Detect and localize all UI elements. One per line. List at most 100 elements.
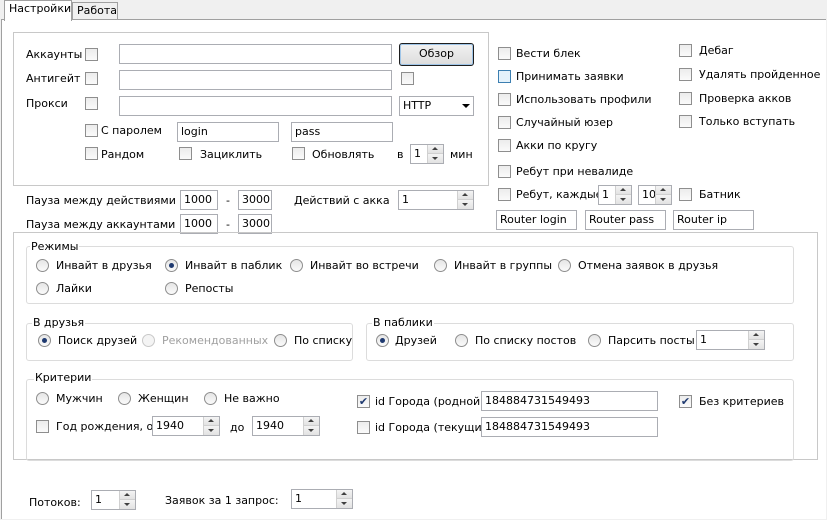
gender-any-radio[interactable] (204, 392, 217, 405)
antigate-key-input[interactable] (119, 70, 392, 90)
spin-up-icon[interactable] (304, 417, 319, 426)
mode-likes-radio[interactable] (36, 282, 49, 295)
publics-friends-radio[interactable] (376, 334, 389, 347)
spin-down-icon[interactable] (304, 426, 319, 435)
city-home-input[interactable]: 184884731549493 (481, 391, 658, 411)
friends-search-radio[interactable] (38, 334, 51, 347)
option-delete-done-checkbox[interactable] (679, 68, 692, 81)
requests-per-call-spinner[interactable]: 1 (291, 489, 353, 509)
tab-settings[interactable]: Настройки (4, 0, 72, 21)
gender-female-label: Женщин (138, 392, 189, 405)
refresh-checkbox[interactable] (292, 147, 305, 160)
friends-search-label: Поиск друзей (58, 334, 138, 347)
birth-year-to-spinner[interactable]: 1940 (252, 416, 320, 436)
router-ip-input[interactable]: Router ip (673, 210, 754, 230)
pause-accounts-to-input[interactable]: 3000 (238, 214, 272, 234)
proxy-pass-input[interactable]: pass (291, 122, 393, 142)
option-accept-requests-label: Принимать заявки (516, 70, 624, 83)
spin-up-icon[interactable] (458, 191, 473, 200)
spin-up-icon[interactable] (656, 186, 671, 195)
proxy-type-select[interactable]: HTTP (399, 96, 474, 116)
tab-work[interactable]: Работа (72, 2, 118, 19)
gender-male-radio[interactable] (36, 392, 49, 405)
pause-actions-label: Пауза между действиями (26, 194, 176, 207)
mode-likes-label: Лайки (56, 282, 92, 295)
threads-label: Потоков: (29, 496, 81, 509)
birth-year-from-spinner[interactable]: 1940 (152, 416, 220, 436)
refresh-interval-spinner[interactable]: 1 (410, 144, 444, 164)
spin-down-icon[interactable] (120, 500, 135, 509)
spin-up-icon[interactable] (337, 490, 352, 499)
accounts-path-input[interactable] (119, 44, 392, 64)
gender-female-radio[interactable] (118, 392, 131, 405)
spin-down-icon[interactable] (656, 195, 671, 204)
friends-recommended-radio[interactable] (142, 334, 155, 347)
reboot-count-spinner[interactable]: 1 (598, 185, 632, 205)
spin-down-icon[interactable] (458, 200, 473, 209)
city-home-checkbox[interactable]: ✔ (357, 395, 370, 408)
option-use-profiles-checkbox[interactable] (498, 93, 511, 106)
friends-recommended-label: Рекомендованных (162, 334, 269, 347)
option-join-only-checkbox[interactable] (679, 115, 692, 128)
option-accounts-round-checkbox[interactable] (498, 139, 511, 152)
pause-actions-to-input[interactable]: 3000 (238, 190, 272, 210)
spin-up-icon[interactable] (749, 331, 764, 340)
publics-parse-posts-radio[interactable] (588, 334, 601, 347)
parse-posts-spinner[interactable]: 1 (696, 330, 765, 350)
reboot-every-checkbox[interactable] (498, 188, 511, 201)
mode-invite-groups-radio[interactable] (434, 259, 447, 272)
spin-up-icon[interactable] (120, 491, 135, 500)
city-current-checkbox[interactable] (357, 421, 370, 434)
router-pass-input[interactable]: Router pass (585, 210, 666, 230)
birth-year-checkbox[interactable] (36, 420, 49, 433)
option-reboot-invalid-checkbox[interactable] (498, 165, 511, 178)
random-checkbox[interactable] (85, 147, 98, 160)
accounts-checkbox[interactable] (85, 48, 98, 61)
spin-down-icon[interactable] (204, 426, 219, 435)
spin-up-icon[interactable] (616, 186, 631, 195)
mode-invite-meetings-radio[interactable] (290, 259, 303, 272)
option-blacklist-checkbox[interactable] (498, 47, 511, 60)
batnik-checkbox[interactable] (679, 188, 692, 201)
publics-post-list-radio[interactable] (455, 334, 468, 347)
no-criteria-checkbox[interactable]: ✔ (679, 395, 692, 408)
birth-year-from-value: 1940 (156, 419, 184, 432)
proxy-login-input[interactable]: login (177, 122, 279, 142)
friends-by-list-radio[interactable] (274, 334, 287, 347)
option-random-user-checkbox[interactable] (498, 116, 511, 129)
city-current-input[interactable]: 184884731549493 (481, 417, 658, 437)
router-login-input[interactable]: Router login (496, 210, 577, 230)
actions-per-account-spinner[interactable]: 1 (398, 190, 474, 210)
option-check-accounts-checkbox[interactable] (679, 92, 692, 105)
pause-actions-from-input[interactable]: 1000 (180, 190, 218, 210)
spin-down-icon[interactable] (428, 154, 443, 163)
spin-down-icon[interactable] (616, 195, 631, 204)
option-debug-checkbox[interactable] (679, 44, 692, 57)
mode-cancel-requests-radio[interactable] (558, 259, 571, 272)
modes-title: Режимы (30, 240, 80, 253)
birth-year-to-label: до (230, 421, 245, 434)
reboot-interval-spinner[interactable]: 10 (638, 185, 672, 205)
proxy-checkbox[interactable] (85, 97, 98, 110)
gender-any-label: Не важно (224, 392, 280, 405)
loop-label: Зациклить (200, 148, 263, 161)
browse-button[interactable]: Обзор (399, 43, 474, 66)
spin-up-icon[interactable] (428, 145, 443, 154)
spin-down-icon[interactable] (337, 499, 352, 508)
spin-up-icon[interactable] (204, 417, 219, 426)
option-accept-requests-checkbox[interactable] (498, 70, 511, 83)
with-password-checkbox[interactable] (85, 124, 98, 137)
publics-title: В паблики (372, 316, 434, 329)
antigate-extra-checkbox[interactable] (401, 72, 414, 85)
pause-accounts-from-input[interactable]: 1000 (180, 214, 218, 234)
antigate-checkbox[interactable] (85, 72, 98, 85)
birth-year-label: Год рождения, от (56, 420, 160, 433)
mode-invite-friends-radio[interactable] (36, 259, 49, 272)
mode-invite-public-radio[interactable] (165, 259, 178, 272)
proxy-path-input[interactable] (119, 96, 392, 116)
mode-reposts-radio[interactable] (165, 282, 178, 295)
spin-down-icon[interactable] (749, 340, 764, 349)
threads-spinner[interactable]: 1 (91, 490, 136, 510)
batnik-label: Батник (699, 188, 741, 201)
loop-checkbox[interactable] (179, 147, 192, 160)
